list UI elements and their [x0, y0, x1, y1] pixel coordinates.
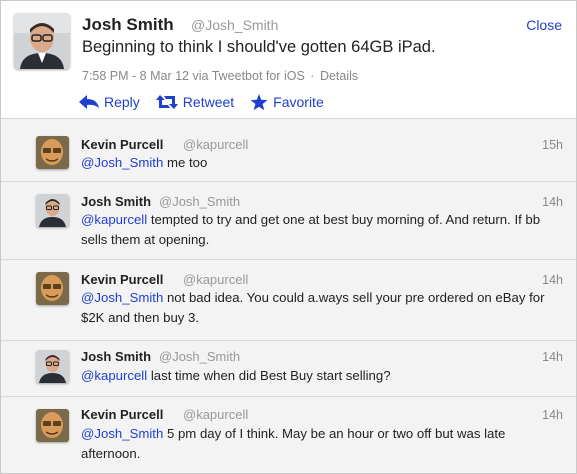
- text-body-line2: $2K and then buy 3.: [81, 310, 200, 325]
- tweet-time: 14h: [542, 408, 563, 422]
- tweet-detail-window: Josh Smith @Josh_Smith Close Beginning t…: [0, 0, 577, 474]
- reply-button[interactable]: Reply: [79, 94, 140, 110]
- tweet-time: 14h: [542, 350, 563, 364]
- text-body: 5 pm day of I think. May be an hour or t…: [163, 426, 506, 441]
- author-name[interactable]: Josh Smith: [82, 15, 174, 35]
- author-handle[interactable]: @kapurcell: [183, 407, 248, 422]
- tweet-text: @Josh_Smith 5 pm day of I think. May be …: [81, 424, 551, 464]
- tweet-text: Beginning to think I should've gotten 64…: [82, 38, 436, 56]
- tweet-text: @kapurcell tempted to try and get one at…: [81, 210, 551, 250]
- text-body-line2: sells them at opening.: [81, 232, 210, 247]
- retweet-button[interactable]: Retweet: [155, 94, 235, 110]
- text-body: not bad idea. You could a.ways sell your…: [163, 290, 545, 305]
- avatar[interactable]: [36, 272, 69, 305]
- tweet-time: 14h: [542, 195, 563, 209]
- author-handle[interactable]: @Josh_Smith: [159, 349, 240, 364]
- mention-link[interactable]: @Josh_Smith: [81, 155, 163, 170]
- favorite-label: Favorite: [273, 94, 324, 110]
- tweet-text: @Josh_Smith not bad idea. You could a.wa…: [81, 288, 551, 328]
- tweet-time: 15h: [542, 138, 563, 152]
- kevin-avatar-image: [36, 409, 69, 442]
- author-handle[interactable]: @Josh_Smith: [191, 17, 278, 33]
- tweet-timestamp: 7:58 PM - 8 Mar 12 via Tweetbot for iOS: [82, 69, 305, 83]
- favorite-button[interactable]: Favorite: [250, 93, 324, 111]
- tweet-time: 14h: [542, 273, 563, 287]
- reply-tweet[interactable]: Josh Smith @Josh_Smith 14h @kapurcell la…: [1, 342, 576, 397]
- author-name[interactable]: Josh Smith: [81, 194, 151, 209]
- author-handle[interactable]: @kapurcell: [183, 272, 248, 287]
- reply-icon: [79, 95, 99, 109]
- kevin-avatar-image: [36, 136, 69, 169]
- mention-link[interactable]: @kapurcell: [81, 212, 147, 227]
- author-name[interactable]: Josh Smith: [81, 349, 151, 364]
- mention-link[interactable]: @kapurcell: [81, 368, 147, 383]
- josh-avatar-image: [36, 350, 69, 383]
- meta-separator: ·: [310, 69, 315, 83]
- mention-link[interactable]: @Josh_Smith: [81, 426, 163, 441]
- avatar[interactable]: [14, 13, 70, 69]
- reply-tweet[interactable]: Kevin Purcell @kapurcell 14h @Josh_Smith…: [1, 398, 576, 473]
- text-body: tempted to try and get one at best buy m…: [147, 212, 541, 227]
- author-name[interactable]: Kevin Purcell: [81, 407, 163, 422]
- avatar[interactable]: [36, 350, 69, 383]
- reply-label: Reply: [104, 94, 140, 110]
- tweet-text: @Josh_Smith me too: [81, 153, 551, 173]
- author-name[interactable]: Kevin Purcell: [81, 137, 163, 152]
- reply-tweet[interactable]: Kevin Purcell @kapurcell 15h @Josh_Smith…: [1, 120, 576, 182]
- avatar[interactable]: [36, 194, 69, 227]
- author-handle[interactable]: @kapurcell: [183, 137, 248, 152]
- reply-tweet[interactable]: Josh Smith @Josh_Smith 14h @kapurcell te…: [1, 183, 576, 260]
- star-icon: [250, 93, 268, 110]
- author-name[interactable]: Kevin Purcell: [81, 272, 163, 287]
- retweet-label: Retweet: [182, 94, 235, 110]
- josh-avatar-image: [36, 194, 69, 227]
- tweet-meta: 7:58 PM - 8 Mar 12 via Tweetbot for iOS …: [82, 69, 358, 83]
- text-body: me too: [163, 155, 208, 170]
- tweet-text: @kapurcell last time when did Best Buy s…: [81, 366, 551, 386]
- retweet-icon: [155, 95, 178, 109]
- close-button[interactable]: Close: [526, 17, 562, 33]
- reply-tweet[interactable]: Kevin Purcell @kapurcell 14h @Josh_Smith…: [1, 261, 576, 341]
- avatar[interactable]: [36, 409, 69, 442]
- kevin-avatar-image: [36, 272, 69, 305]
- text-body-line2: afternoon.: [81, 446, 141, 461]
- josh-avatar-image: [14, 13, 70, 69]
- avatar[interactable]: [36, 136, 69, 169]
- tweet-actions: Reply Retweet Favorite: [79, 92, 340, 112]
- text-body: last time when did Best Buy start sellin…: [147, 368, 391, 383]
- mention-link[interactable]: @Josh_Smith: [81, 290, 163, 305]
- main-tweet: Josh Smith @Josh_Smith Close Beginning t…: [1, 1, 576, 119]
- author-handle[interactable]: @Josh_Smith: [159, 194, 240, 209]
- details-link[interactable]: Details: [320, 69, 358, 83]
